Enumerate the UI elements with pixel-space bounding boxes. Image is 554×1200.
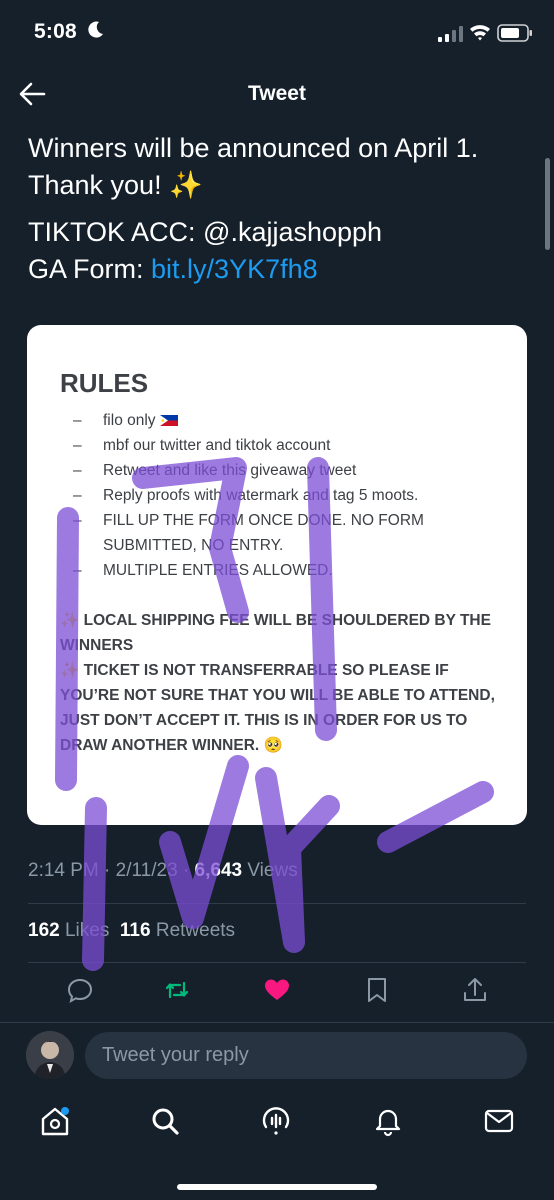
notifications-icon[interactable] bbox=[372, 1105, 404, 1137]
reply-bar: Tweet your reply bbox=[0, 1022, 554, 1090]
rules-list: filo only mbf our twitter and tiktok acc… bbox=[73, 408, 503, 583]
rule-item: MULTIPLE ENTRIES ALLOWED. bbox=[73, 558, 503, 583]
share-icon[interactable] bbox=[461, 976, 489, 1004]
header: Tweet bbox=[0, 64, 554, 124]
likes-label[interactable]: Likes bbox=[60, 920, 109, 941]
note-ticket: ✨ TICKET IS NOT TRANSFERRABLE SO PLEASE … bbox=[60, 662, 495, 754]
home-icon[interactable] bbox=[39, 1105, 71, 1137]
bookmark-icon[interactable] bbox=[363, 976, 391, 1004]
reply-icon[interactable] bbox=[66, 976, 94, 1004]
home-indicator[interactable] bbox=[177, 1184, 377, 1190]
tweet-line: Thank you! ✨ bbox=[28, 170, 203, 200]
rule-item: Reply proofs with watermark and tag 5 mo… bbox=[73, 483, 503, 508]
views-label: Views bbox=[242, 860, 298, 881]
note-shipping: ✨ LOCAL SHIPPING FEE WILL BE SHOULDERED … bbox=[60, 612, 491, 654]
page-title: Tweet bbox=[248, 82, 306, 105]
status-bar: 5:08 bbox=[0, 0, 554, 64]
retweets-label[interactable]: Retweets bbox=[151, 920, 235, 941]
messages-icon[interactable] bbox=[483, 1105, 515, 1137]
views-count: 6,643 bbox=[194, 860, 243, 881]
tweet-line: Winners will be announced on April 1. bbox=[28, 133, 479, 163]
search-icon[interactable] bbox=[149, 1105, 181, 1137]
tweet-detail-screen: 5:08 Tweet Winners will be announced on … bbox=[0, 0, 554, 1200]
philippines-flag-icon bbox=[159, 415, 178, 426]
rules-title: RULES bbox=[60, 368, 149, 398]
tweet-image[interactable]: RULES filo only mbf our twitter and tikt… bbox=[27, 325, 527, 825]
scrollbar[interactable] bbox=[545, 158, 550, 250]
rule-item: FILL UP THE FORM ONCE DONE. NO FORM SUBM… bbox=[73, 508, 503, 558]
avatar[interactable] bbox=[26, 1031, 74, 1079]
divider bbox=[28, 962, 526, 963]
reply-input[interactable]: Tweet your reply bbox=[85, 1032, 527, 1079]
sparkle-icon: ✨ bbox=[60, 612, 80, 629]
tweet-line: TIKTOK ACC: @.kajjashopph bbox=[28, 217, 383, 247]
tweet-text: Winners will be announced on April 1. Th… bbox=[28, 130, 538, 288]
tweet-time: 2:14 PM bbox=[28, 860, 99, 881]
signal-icon bbox=[438, 26, 463, 42]
tweet-meta: 2:14 PM · 2/11/23 · 6,643 Views bbox=[28, 860, 298, 881]
sparkle-icon: ✨ bbox=[60, 662, 80, 679]
tweet-stats: 162 Likes 116 Retweets bbox=[28, 920, 235, 942]
likes-count[interactable]: 162 bbox=[28, 920, 60, 941]
form-label: GA Form: bbox=[28, 254, 152, 284]
notes: ✨ LOCAL SHIPPING FEE WILL BE SHOULDERED … bbox=[60, 608, 500, 758]
rule-item: filo only bbox=[73, 408, 503, 433]
retweet-icon[interactable] bbox=[163, 976, 191, 1004]
retweets-count[interactable]: 116 bbox=[120, 920, 151, 941]
spaces-icon[interactable] bbox=[260, 1105, 292, 1137]
rule-item: mbf our twitter and tiktok account bbox=[73, 433, 503, 458]
tweet-date: 2/11/23 bbox=[115, 860, 178, 881]
moon-icon bbox=[88, 21, 103, 38]
action-bar bbox=[0, 976, 554, 1010]
rule-item: Retweet and like this giveaway tweet bbox=[73, 458, 503, 483]
tweet-line: GA Form: bit.ly/3YK7fh8 bbox=[28, 251, 538, 288]
wifi-icon bbox=[470, 25, 490, 41]
status-time: 5:08 bbox=[34, 20, 77, 43]
form-link[interactable]: bit.ly/3YK7fh8 bbox=[151, 254, 318, 284]
battery-icon bbox=[497, 24, 532, 42]
divider bbox=[28, 903, 526, 904]
like-icon[interactable] bbox=[263, 976, 291, 1004]
